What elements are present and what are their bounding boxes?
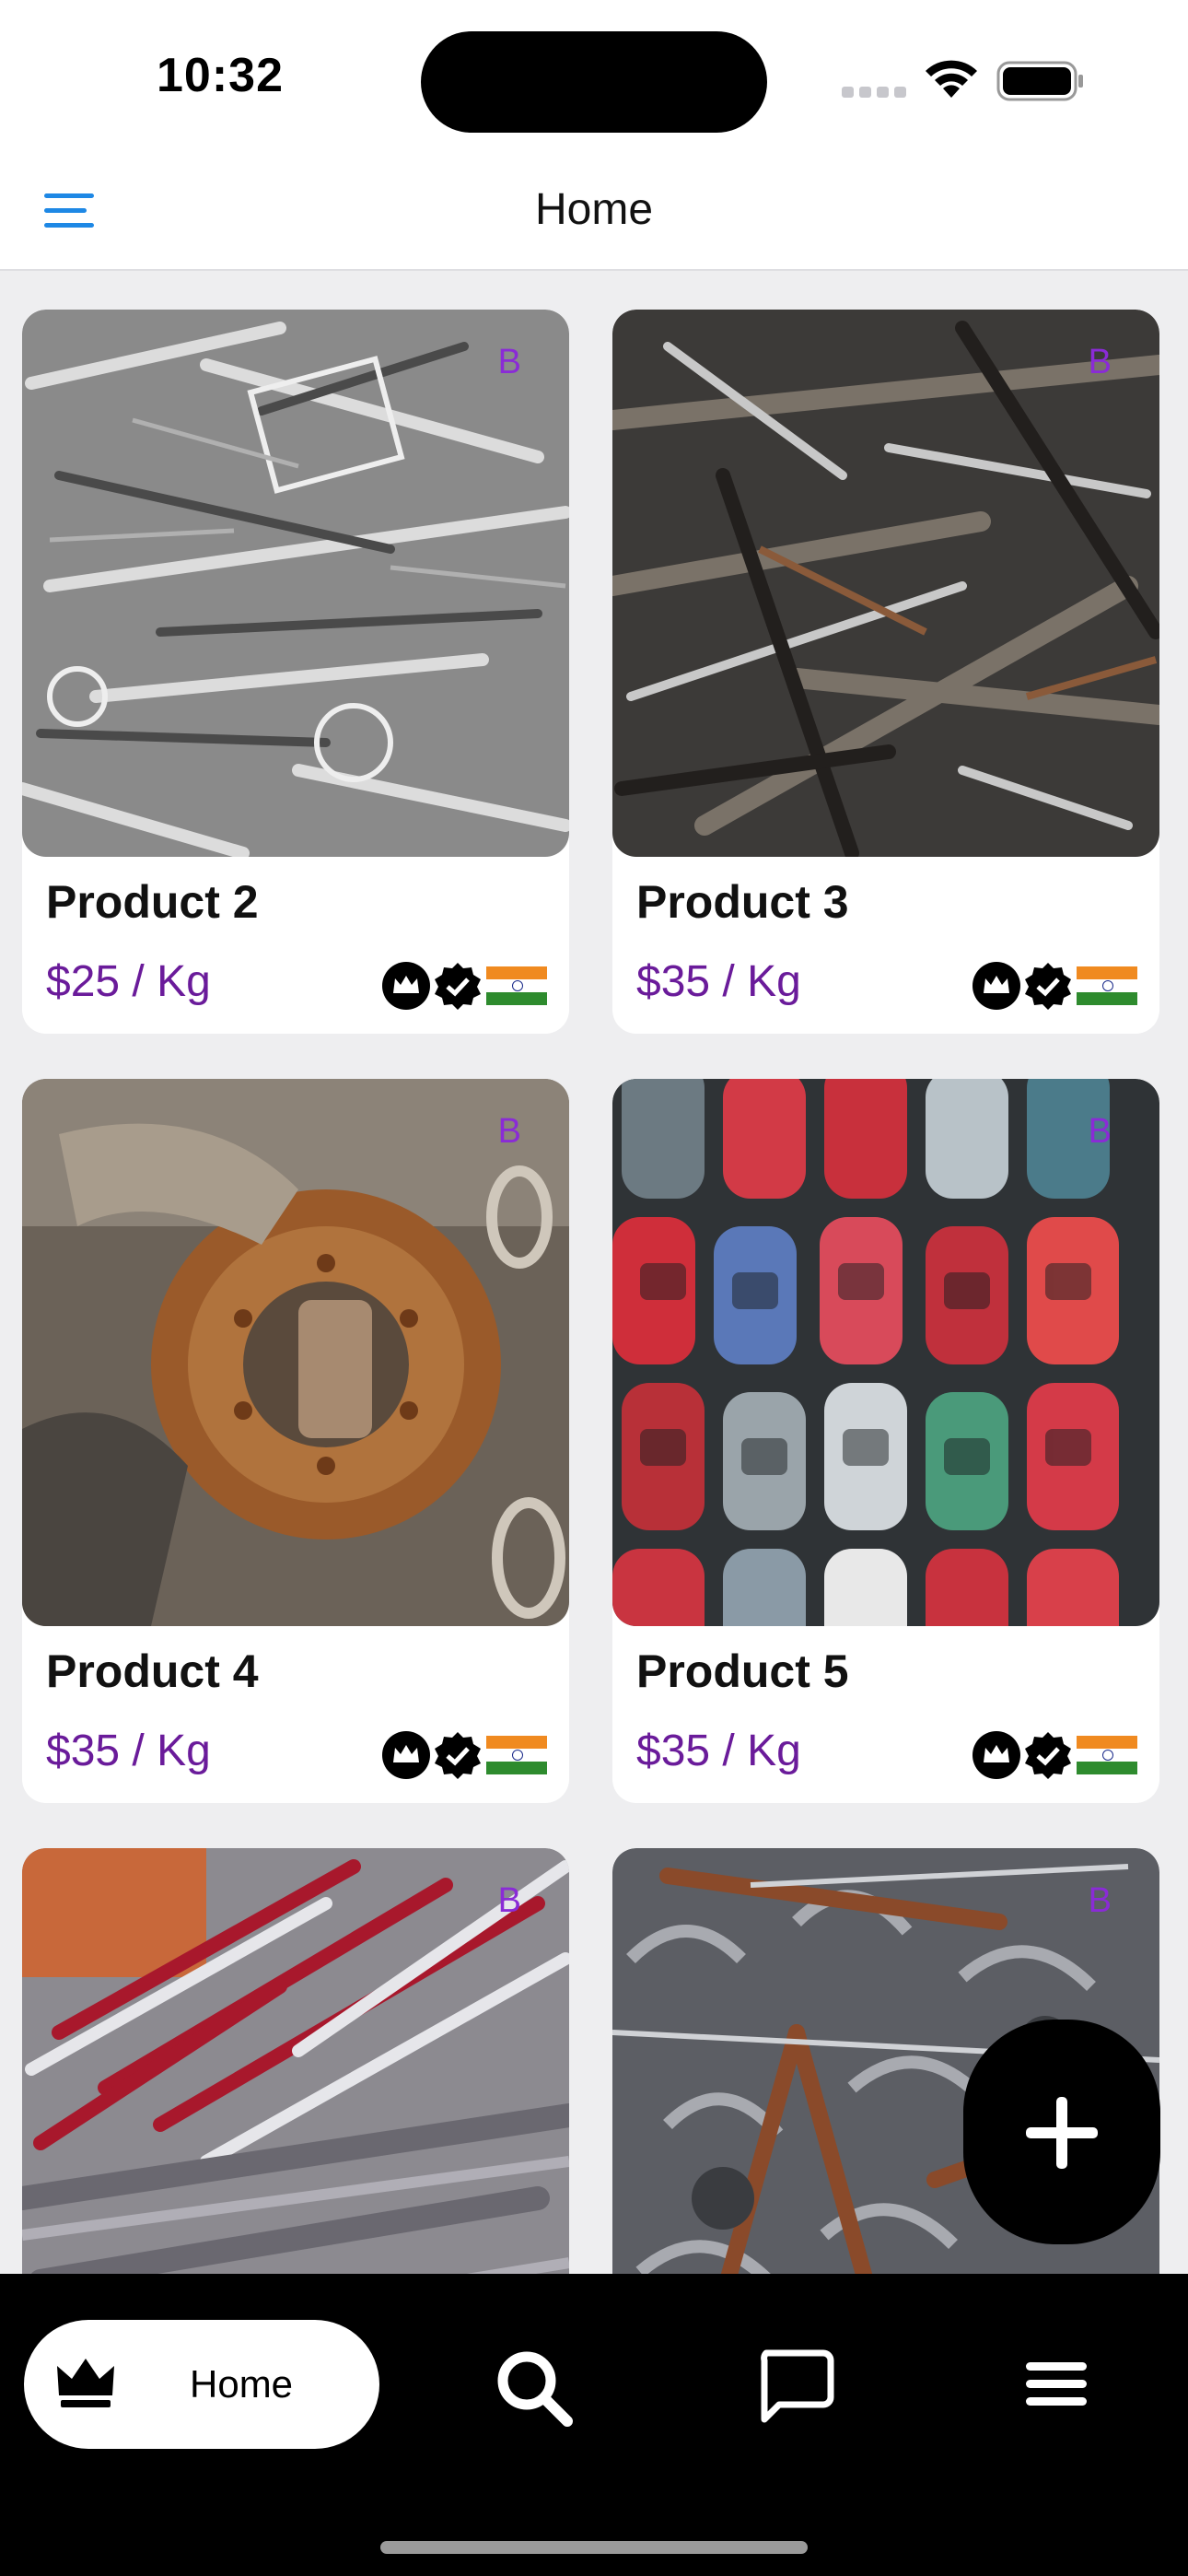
- product-price: $35 / Kg: [46, 1727, 211, 1775]
- battery-icon: [996, 61, 1083, 101]
- product-card[interactable]: B Product 2 $25 / Kg: [22, 310, 569, 1034]
- product-photo: [612, 310, 1159, 857]
- product-photo: [22, 310, 569, 857]
- cellular-signal-icon: [842, 87, 906, 98]
- badge-letter: B: [497, 343, 521, 381]
- tab-home[interactable]: Home: [24, 2320, 379, 2449]
- india-flag-icon: [486, 966, 547, 1005]
- plus-icon: [1026, 2097, 1098, 2169]
- product-photo: [612, 1079, 1159, 1626]
- crown-icon: [57, 2359, 114, 2407]
- product-card[interactable]: B Product 5 $35 / Kg: [612, 1079, 1159, 1803]
- home-screen: 10:32 Home B Product 2 $25 / Kg B Produc…: [0, 0, 1188, 2576]
- badge-letter: B: [1088, 1112, 1112, 1151]
- status-time: 10:32: [157, 49, 284, 102]
- verified-check-icon: [435, 1732, 481, 1779]
- product-name: Product 2: [46, 876, 259, 928]
- crown-badge-icon: [382, 962, 430, 1010]
- product-name: Product 3: [636, 876, 849, 928]
- wifi-icon: [926, 60, 977, 98]
- search-icon[interactable]: [494, 2348, 575, 2429]
- badge-letter: B: [497, 1112, 521, 1151]
- page-title: Home: [534, 185, 654, 234]
- india-flag-icon: [486, 1736, 547, 1774]
- seller-badges: [381, 1729, 547, 1781]
- india-flag-icon: [1077, 1736, 1137, 1774]
- chat-icon[interactable]: [755, 2348, 834, 2427]
- badge-letter: B: [1088, 343, 1112, 381]
- status-bar: 10:32: [0, 0, 1188, 147]
- home-indicator: [380, 2541, 808, 2554]
- verified-check-icon: [1025, 963, 1071, 1010]
- crown-badge-icon: [973, 962, 1020, 1010]
- tab-home-label: Home: [190, 2362, 294, 2406]
- product-card[interactable]: B Product 4 $35 / Kg: [22, 1079, 569, 1803]
- product-price: $25 / Kg: [46, 957, 211, 1006]
- navigation-bar: Home: [0, 147, 1188, 271]
- product-name: Product 4: [46, 1645, 259, 1697]
- crown-badge-icon: [973, 1731, 1020, 1779]
- tab-bar: Home: [0, 2274, 1188, 2576]
- seller-badges: [972, 1729, 1137, 1781]
- badge-letter: B: [1088, 1881, 1112, 1920]
- verified-check-icon: [1025, 1732, 1071, 1779]
- menu-icon[interactable]: [1024, 2359, 1089, 2410]
- india-flag-icon: [1077, 966, 1137, 1005]
- verified-check-icon: [435, 963, 481, 1010]
- seller-badges: [972, 960, 1137, 1012]
- add-product-button[interactable]: [963, 2020, 1160, 2244]
- badge-letter: B: [497, 1881, 521, 1920]
- product-name: Product 5: [636, 1645, 849, 1697]
- crown-badge-icon: [382, 1731, 430, 1779]
- seller-badges: [381, 960, 547, 1012]
- dynamic-island: [421, 31, 767, 133]
- product-price: $35 / Kg: [636, 957, 801, 1006]
- product-price: $35 / Kg: [636, 1727, 801, 1775]
- product-photo: [22, 1079, 569, 1626]
- product-card[interactable]: B Product 3 $35 / Kg: [612, 310, 1159, 1034]
